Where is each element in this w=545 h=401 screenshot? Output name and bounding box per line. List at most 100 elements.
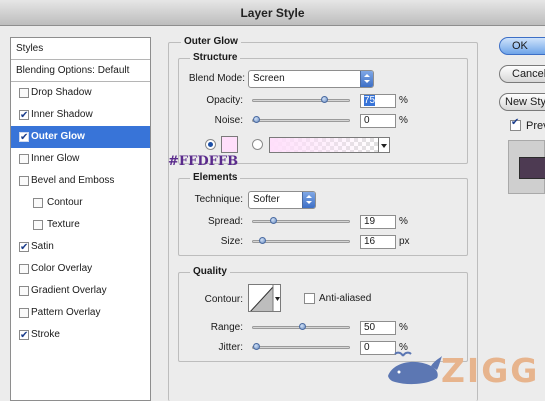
style-item-checkbox[interactable]	[33, 220, 43, 230]
opacity-slider[interactable]	[252, 96, 350, 103]
contour-picker[interactable]	[248, 284, 281, 312]
style-item-checkbox[interactable]	[19, 264, 29, 274]
noise-input[interactable]: 0	[360, 114, 396, 128]
size-slider-thumb[interactable]	[259, 237, 266, 244]
opacity-label: Opacity:	[206, 95, 243, 106]
range-slider[interactable]	[252, 323, 350, 330]
style-item-label: Outer Glow	[31, 131, 85, 142]
spread-label: Spread:	[207, 216, 243, 227]
style-item-label: Drop Shadow	[31, 87, 92, 98]
style-item-contour[interactable]: Contour	[11, 192, 150, 214]
style-item-bevel-and-emboss[interactable]: Bevel and Emboss	[11, 170, 150, 192]
select-arrows-icon	[360, 71, 373, 87]
style-item-label: Pattern Overlay	[31, 307, 101, 318]
gradient-radio[interactable]	[252, 139, 263, 150]
style-item-label: Stroke	[31, 329, 60, 340]
style-item-checkbox[interactable]	[19, 105, 29, 127]
size-value: 16	[364, 236, 376, 247]
size-label: Size:	[220, 236, 243, 247]
noise-value: 0	[364, 115, 370, 126]
styles-list: Styles Blending Options: Default Drop Sh…	[10, 37, 151, 401]
jitter-value: 0	[364, 342, 370, 353]
color-hex-annotation: #FFDFFB	[168, 154, 239, 169]
style-item-pattern-overlay[interactable]: Pattern Overlay	[11, 302, 150, 324]
styles-header[interactable]: Styles	[11, 38, 150, 60]
style-item-checkbox[interactable]	[19, 127, 29, 149]
style-item-label: Inner Glow	[31, 153, 80, 164]
style-item-checkbox[interactable]	[19, 308, 29, 318]
window-title: Layer Style	[0, 0, 545, 26]
blending-options-item[interactable]: Blending Options: Default	[11, 60, 150, 82]
style-item-drop-shadow[interactable]: Drop Shadow	[11, 82, 150, 104]
outer-glow-title: Outer Glow	[181, 36, 241, 47]
spread-slider[interactable]	[252, 217, 350, 224]
style-item-checkbox[interactable]	[19, 176, 29, 186]
jitter-slider[interactable]	[252, 343, 350, 350]
size-slider[interactable]	[252, 237, 350, 244]
spread-input[interactable]: 19	[360, 215, 396, 229]
range-slider-thumb[interactable]	[299, 323, 306, 330]
noise-label: Noise:	[214, 115, 243, 126]
spread-slider-thumb[interactable]	[270, 217, 277, 224]
style-item-checkbox[interactable]	[19, 237, 29, 259]
opacity-unit: %	[399, 95, 408, 106]
style-item-gradient-overlay[interactable]: Gradient Overlay	[11, 280, 150, 302]
opacity-input[interactable]: 75	[360, 94, 396, 108]
jitter-label: Jitter:	[218, 342, 243, 353]
technique-select[interactable]: Softer	[248, 191, 316, 209]
style-preview-thumbnail	[508, 140, 545, 194]
style-item-inner-shadow[interactable]: Inner Shadow	[11, 104, 150, 127]
spread-unit: %	[399, 216, 408, 227]
glow-color-swatch[interactable]	[221, 136, 238, 153]
range-unit: %	[399, 322, 408, 333]
style-item-label: Gradient Overlay	[31, 285, 107, 296]
blend-mode-select[interactable]: Screen	[248, 70, 374, 88]
anti-aliased-checkbox[interactable]	[304, 293, 315, 304]
noise-slider[interactable]	[252, 116, 350, 123]
new-style-button[interactable]: New Style...	[499, 93, 545, 111]
opacity-slider-thumb[interactable]	[321, 96, 328, 103]
quality-title: Quality	[190, 266, 230, 277]
range-input[interactable]: 50	[360, 321, 396, 335]
blend-mode-label: Blend Mode:	[188, 73, 245, 84]
gradient-dropdown-icon[interactable]	[378, 137, 390, 153]
contour-curve-icon	[250, 285, 280, 311]
noise-slider-thumb[interactable]	[253, 116, 260, 123]
style-item-texture[interactable]: Texture	[11, 214, 150, 236]
solid-color-radio[interactable]	[205, 139, 216, 150]
contour-label: Contour:	[204, 294, 243, 305]
style-item-inner-glow[interactable]: Inner Glow	[11, 148, 150, 170]
style-item-label: Color Overlay	[31, 263, 93, 274]
style-item-color-overlay[interactable]: Color Overlay	[11, 258, 150, 280]
style-item-satin[interactable]: Satin	[11, 236, 150, 259]
watermark-text: ZIGG	[441, 351, 540, 390]
preview-checkbox[interactable]	[510, 117, 521, 131]
jitter-slider-thumb[interactable]	[253, 343, 260, 350]
structure-title: Structure	[190, 52, 241, 63]
style-item-checkbox[interactable]	[19, 88, 29, 98]
style-item-checkbox[interactable]	[19, 286, 29, 296]
style-item-outer-glow[interactable]: Outer Glow	[11, 126, 150, 149]
preview-label: Preview	[526, 120, 545, 132]
style-item-label: Contour	[47, 197, 83, 208]
blend-mode-value: Screen	[253, 73, 285, 84]
gradient-picker[interactable]	[269, 137, 390, 153]
size-input[interactable]: 16	[360, 235, 396, 249]
range-label: Range:	[210, 322, 243, 333]
cancel-button[interactable]: Cancel	[499, 65, 545, 83]
style-item-stroke[interactable]: Stroke	[11, 324, 150, 347]
spread-value: 19	[364, 216, 376, 227]
size-unit: px	[399, 236, 410, 247]
style-item-label: Texture	[47, 219, 80, 230]
select-arrows-icon	[302, 192, 315, 208]
zigg-watermark: ZIGG	[385, 348, 545, 393]
whale-logo-icon	[388, 351, 442, 385]
anti-aliased-label: Anti-aliased	[319, 293, 372, 304]
technique-value: Softer	[253, 194, 280, 205]
technique-label: Technique:	[194, 194, 243, 205]
style-item-checkbox[interactable]	[19, 325, 29, 347]
style-item-checkbox[interactable]	[33, 198, 43, 208]
ok-button[interactable]: OK	[499, 37, 545, 55]
style-item-label: Bevel and Emboss	[31, 175, 115, 186]
style-item-checkbox[interactable]	[19, 154, 29, 164]
